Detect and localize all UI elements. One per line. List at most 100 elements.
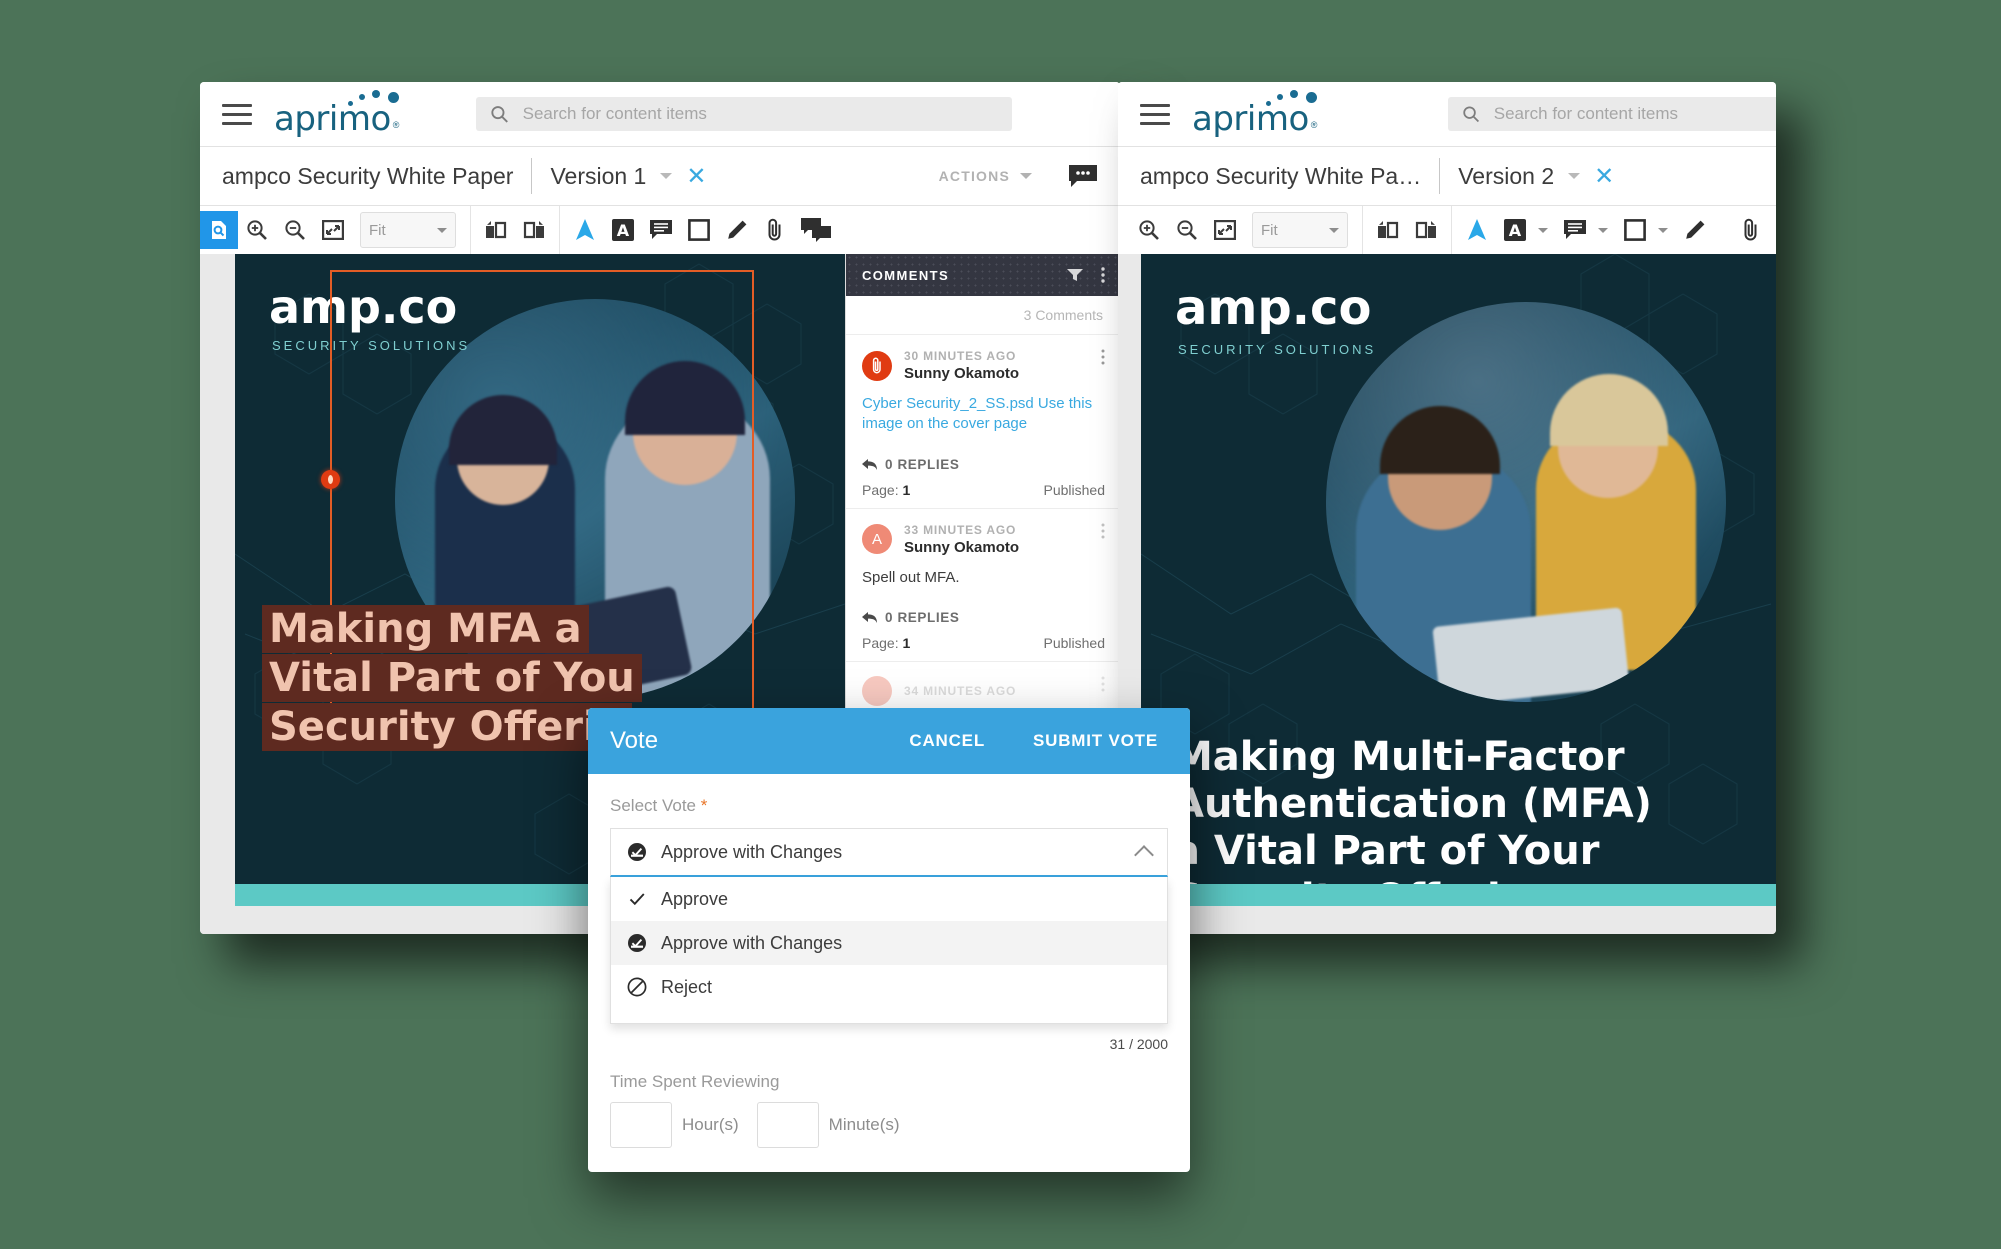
comment-annotation-icon[interactable] <box>794 211 838 249</box>
registered-mark: ® <box>392 120 400 130</box>
comment-status: Published <box>1043 481 1106 498</box>
viewer-toolbar-left: Fit A <box>200 206 1120 255</box>
comment-body[interactable]: Cyber Security_2_SS.psd Use this image o… <box>862 394 1105 435</box>
submit-vote-button[interactable]: SUBMIT VOTE <box>1033 731 1158 751</box>
time-spent-reviewing-label: Time Spent Reviewing <box>610 1072 780 1091</box>
zoom-level-value: Fit <box>369 221 386 239</box>
comment-kebab-menu-icon[interactable] <box>1101 523 1105 539</box>
approve-with-changes-icon <box>628 843 646 861</box>
menu-icon[interactable] <box>1140 103 1170 125</box>
zoom-level-select-left[interactable]: Fit <box>360 212 456 248</box>
document-title-bar-left: ampco Security White Paper Version 1 ✕ A… <box>200 147 1120 206</box>
vote-option-label: Approve with Changes <box>661 932 843 953</box>
text-annotation-icon[interactable]: A <box>604 211 642 249</box>
document-search-icon[interactable] <box>200 211 238 249</box>
attachment-icon[interactable] <box>756 211 794 249</box>
minutes-unit-label: Minute(s) <box>828 1115 900 1134</box>
rectangle-annotation-icon[interactable] <box>1616 211 1654 249</box>
comments-panel-header: COMMENTS <box>846 254 1120 296</box>
rotate-left-icon[interactable] <box>477 211 515 249</box>
cancel-button[interactable]: CANCEL <box>909 731 985 751</box>
document-title-left: ampco Security White Paper <box>222 162 514 189</box>
search-icon <box>1463 106 1480 123</box>
rectangle-annotation-icon[interactable] <box>680 211 718 249</box>
minutes-input[interactable] <box>756 1102 819 1148</box>
rotate-left-icon[interactable] <box>1369 211 1407 249</box>
search-input-right[interactable] <box>1491 103 1762 125</box>
text-annotation-chevron-down-icon[interactable] <box>1538 227 1548 233</box>
fit-to-screen-icon[interactable] <box>1206 211 1244 249</box>
vote-dialog-body: Select Vote * Approve with Changes Appro… <box>588 774 1190 1172</box>
aprimo-logo: aprimo ® <box>274 90 400 136</box>
search-input-left[interactable] <box>520 103 998 125</box>
comment-kebab-menu-icon[interactable] <box>1101 349 1105 365</box>
vote-dialog-header: Vote CANCEL SUBMIT VOTE <box>588 708 1190 774</box>
vote-option-approve[interactable]: Approve <box>611 877 1167 921</box>
zoom-in-icon[interactable] <box>1130 211 1168 249</box>
rotate-right-icon[interactable] <box>515 211 553 249</box>
search-icon <box>491 106 508 123</box>
vote-option-reject[interactable]: Reject <box>611 965 1167 1009</box>
aprimo-logo-dots <box>1266 90 1324 108</box>
comment-replies[interactable]: 0 REPLIES <box>862 457 1105 472</box>
text-annotation-icon[interactable]: A <box>1496 211 1534 249</box>
headline-line: Authentication (MFA) <box>1173 781 1652 828</box>
version-chevron-down-icon[interactable] <box>660 173 673 179</box>
headline-line: a Vital Part of Your <box>1173 828 1600 875</box>
zoom-level-select-right[interactable]: Fit <box>1252 212 1348 248</box>
cover-headline-right: Making Multi-Factor Authentication (MFA)… <box>1173 734 1733 906</box>
close-icon[interactable]: ✕ <box>1594 164 1614 188</box>
registered-mark: ® <box>1310 120 1318 130</box>
version-chevron-down-icon[interactable] <box>1568 173 1581 179</box>
actions-menu-left[interactable]: ACTIONS <box>939 164 1098 188</box>
pencil-annotation-icon[interactable] <box>1676 211 1714 249</box>
toolbar-group-view: Fit <box>1118 206 1363 254</box>
search-box-left[interactable] <box>476 97 1012 131</box>
note-annotation-chevron-down-icon[interactable] <box>1598 227 1608 233</box>
app-header-right: aprimo ® <box>1118 82 1776 147</box>
vote-dialog: Vote CANCEL SUBMIT VOTE Select Vote * Ap… <box>588 708 1190 1172</box>
toolbar-group-view: Fit <box>200 206 471 254</box>
avatar <box>862 675 892 706</box>
close-icon[interactable]: ✕ <box>686 164 706 188</box>
rectangle-annotation-chevron-down-icon[interactable] <box>1658 227 1668 233</box>
comment-item[interactable]: 30 MINUTES AGO Sunny Okamoto Cyber Secur… <box>846 335 1120 509</box>
pencil-annotation-icon[interactable] <box>718 211 756 249</box>
chevron-down-icon <box>1329 227 1339 233</box>
vote-select[interactable]: Approve with Changes <box>610 828 1168 877</box>
app-header-left: aprimo ® <box>200 82 1120 147</box>
zoom-out-icon[interactable] <box>276 211 314 249</box>
toolbar-group-rotate <box>471 206 560 254</box>
annotation-marker-icon[interactable] <box>321 470 340 489</box>
note-annotation-icon[interactable] <box>642 211 680 249</box>
rotate-right-icon[interactable] <box>1407 211 1445 249</box>
attachment-icon[interactable] <box>1732 211 1770 249</box>
cover-logo-right: amp.co <box>1175 280 1371 336</box>
toolbar-group-annotate: A <box>1452 206 1776 254</box>
title-divider <box>531 158 533 194</box>
zoom-in-icon[interactable] <box>238 211 276 249</box>
pointer-icon[interactable] <box>1458 211 1496 249</box>
comments-bubble-icon[interactable] <box>1068 164 1098 188</box>
hours-unit-label: Hour(s) <box>682 1115 739 1134</box>
zoom-out-icon[interactable] <box>1168 211 1206 249</box>
filter-icon[interactable] <box>1067 268 1083 282</box>
menu-icon[interactable] <box>222 103 252 125</box>
comment-kebab-menu-icon[interactable] <box>1101 676 1105 692</box>
toolbar-group-rotate <box>1363 206 1452 254</box>
pointer-icon[interactable] <box>566 211 604 249</box>
hours-input[interactable] <box>610 1102 672 1148</box>
fit-to-screen-icon[interactable] <box>314 211 352 249</box>
document-canvas-right[interactable]: amp.co SECURITY SOLUTIONS Making Multi-F… <box>1118 254 1776 934</box>
svg-text:A: A <box>617 221 630 240</box>
viewer-toolbar-right: Fit A <box>1118 206 1776 255</box>
comment-replies[interactable]: 0 REPLIES <box>862 610 1105 625</box>
search-box-right[interactable] <box>1448 97 1776 131</box>
vote-option-approve-with-changes[interactable]: Approve with Changes <box>611 921 1167 965</box>
comment-item[interactable]: A 33 MINUTES AGO Sunny Okamoto Spell out… <box>846 509 1120 662</box>
note-annotation-icon[interactable] <box>1556 211 1594 249</box>
avatar: A <box>862 524 892 554</box>
kebab-menu-icon[interactable] <box>1101 267 1105 283</box>
actions-chevron-down-icon <box>1020 173 1032 179</box>
window-version-2: aprimo ® ampco Security White Pa… Versio… <box>1118 82 1776 934</box>
